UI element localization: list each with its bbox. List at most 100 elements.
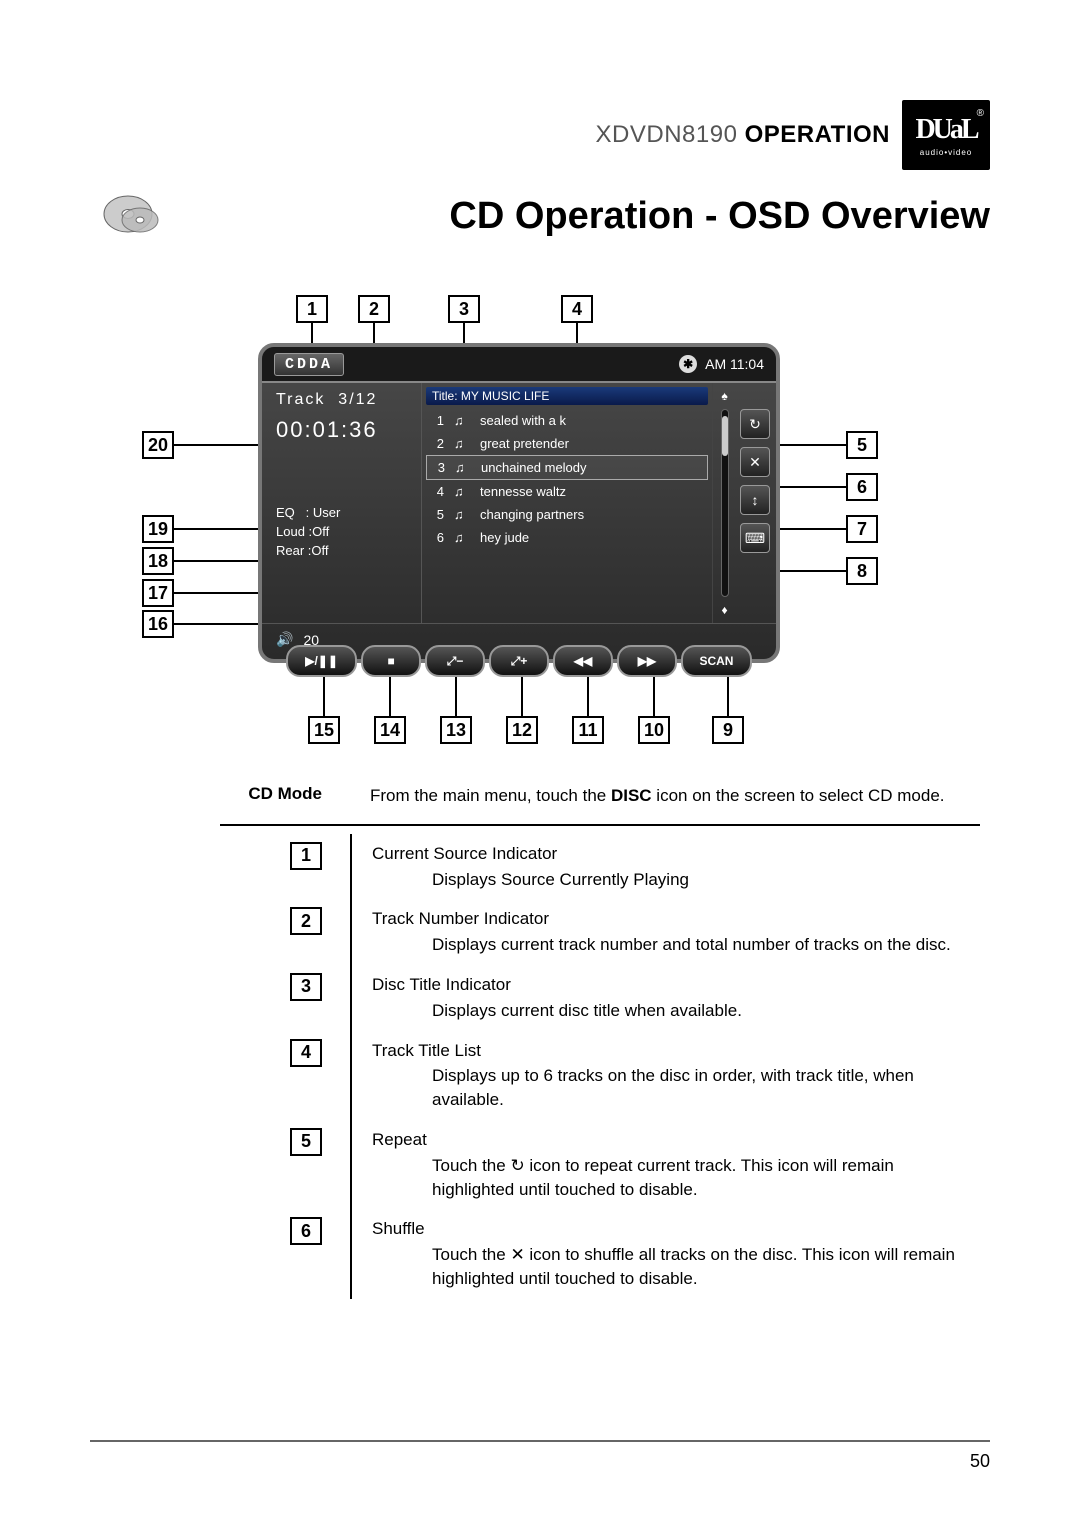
track-title: changing partners xyxy=(480,507,584,522)
desc-item-body: Disc Title Indicator Displays current dis… xyxy=(350,973,980,1023)
desc-item-head: Disc Title Indicator xyxy=(372,975,511,994)
repeat-button[interactable]: ↻ xyxy=(740,409,770,439)
track-number: 6 xyxy=(432,530,444,545)
track-row[interactable]: 6 ♫ hey jude xyxy=(426,526,708,549)
bluetooth-icon: ✱ xyxy=(679,355,697,373)
section-title: CD Operation - OSD Overview xyxy=(449,195,990,238)
track-row[interactable]: 4♫tennesse waltz xyxy=(426,480,708,503)
track-row[interactable]: 1♫sealed with a k xyxy=(426,409,708,432)
transport-controls: ▶/❚❚ ■ ⤢− ⤢+ ◀◀ ▶▶ SCAN xyxy=(280,640,758,682)
callout-16: 16 xyxy=(142,610,174,638)
callout-18: 18 xyxy=(142,547,174,575)
clock-text: AM 11:04 xyxy=(705,356,764,372)
track-list: Title: MY MUSIC LIFE 1♫sealed with a k2♫… xyxy=(422,383,712,623)
model-number: XDVDN8190 xyxy=(596,121,738,148)
callout-8: 8 xyxy=(846,557,878,585)
track-number-indicator: Track 3/12 xyxy=(276,391,413,409)
status-block: EQ : User Loud :Off Rear :Off xyxy=(276,505,413,562)
osd-body: Track 3/12 00:01:36 EQ : User Loud :Off … xyxy=(262,383,776,623)
callout-1: 1 xyxy=(296,295,328,323)
cd-icon xyxy=(100,190,160,238)
loud-status: Loud :Off xyxy=(276,524,413,539)
scroll-up-icon[interactable]: ♠ xyxy=(721,389,727,403)
desc-item-head: Current Source Indicator xyxy=(372,844,557,863)
logo-subtext: audio•video xyxy=(920,148,973,157)
desc-item-number: 3 xyxy=(220,973,330,1023)
track-row[interactable]: 3♫unchained melody xyxy=(426,455,708,480)
track-row[interactable]: 2♫great pretender xyxy=(426,432,708,455)
track-number: 3 xyxy=(433,460,445,475)
callout-10: 10 xyxy=(638,716,670,744)
folder-nav-button[interactable]: ↕ xyxy=(740,485,770,515)
desc-item-sub: Touch the ✕ icon to shuffle all tracks o… xyxy=(372,1243,980,1291)
track-title: hey jude xyxy=(480,530,529,545)
scroll-down-icon[interactable]: ♦ xyxy=(721,603,727,617)
callout-14: 14 xyxy=(374,716,406,744)
page-number: 50 xyxy=(970,1451,990,1472)
desc-item-body: RepeatTouch the ↻ icon to repeat current… xyxy=(350,1128,980,1201)
desc-item-sub: Displays current disc title when availab… xyxy=(372,999,980,1023)
shuffle-button[interactable]: ✕ xyxy=(740,447,770,477)
desc-item: 2Track Number IndicatorDisplays current … xyxy=(220,899,980,965)
music-note-icon: ♫ xyxy=(454,530,470,545)
keyboard-button[interactable]: ⌨ xyxy=(740,523,770,553)
desc-item-body: Shuffle Touch the ✕ icon to shuffle all t… xyxy=(350,1217,980,1290)
track-title: great pretender xyxy=(480,436,569,451)
desc-item-sub: Displays Source Currently Playing xyxy=(372,868,980,892)
desc-item-head: Shuffle xyxy=(372,1219,425,1238)
rear-status: Rear :Off xyxy=(276,543,413,558)
desc-item: 1 Current Source Indicator Displays Source… xyxy=(220,834,980,900)
desc-item: 4 Track Title ListDisplays up to 6 tracks… xyxy=(220,1031,980,1120)
next-track-button[interactable]: ▶▶ xyxy=(617,645,677,677)
desc-item-number: 1 xyxy=(220,842,330,892)
track-title: unchained melody xyxy=(481,460,587,475)
cd-mode-text: From the main menu, touch the DISC icon … xyxy=(350,784,980,808)
header-section: OPERATION xyxy=(745,121,890,148)
callout-20: 20 xyxy=(142,431,174,459)
desc-item: 6 Shuffle Touch the ✕ icon to shuffle all … xyxy=(220,1209,980,1298)
eq-status: EQ : User xyxy=(276,505,413,520)
track-title: tennesse waltz xyxy=(480,484,566,499)
callout-9: 9 xyxy=(712,716,744,744)
osd-screen: CDDA ✱ AM 11:04 Track 3/12 00:01:36 EQ :… xyxy=(258,343,780,663)
desc-item-sub: Displays current track number and total … xyxy=(372,933,980,957)
scroll-thumb[interactable] xyxy=(722,416,728,456)
desc-cd-mode: CD Mode From the main menu, touch the DI… xyxy=(220,776,980,816)
callout-19: 19 xyxy=(142,515,174,543)
callout-5: 5 xyxy=(846,431,878,459)
scrollbar[interactable]: ♠ ♦ xyxy=(712,383,736,623)
track-row[interactable]: 5♫changing partners xyxy=(426,503,708,526)
elapsed-time: 00:01:36 xyxy=(276,417,413,443)
music-note-icon: ♫ xyxy=(454,484,470,499)
scroll-track[interactable] xyxy=(721,409,729,597)
callout-2: 2 xyxy=(358,295,390,323)
play-pause-button[interactable]: ▶/❚❚ xyxy=(286,645,357,677)
desc-item: 5 RepeatTouch the ↻ icon to repeat curren… xyxy=(220,1120,980,1209)
callout-3: 3 xyxy=(448,295,480,323)
track-title: sealed with a k xyxy=(480,413,566,428)
scan-button[interactable]: SCAN xyxy=(681,645,752,677)
stop-button[interactable]: ■ xyxy=(361,645,421,677)
callout-11: 11 xyxy=(572,716,604,744)
osd-right-panel: Title: MY MUSIC LIFE 1♫sealed with a k2♫… xyxy=(422,383,776,623)
brand-logo: ® DUaL audio•video xyxy=(902,100,990,170)
music-note-icon: ♫ xyxy=(454,507,470,522)
desc-item: 3 Disc Title Indicator Displays current di… xyxy=(220,965,980,1031)
desc-item-sub: Displays up to 6 tracks on the disc in o… xyxy=(372,1064,980,1112)
desc-item-number: 5 xyxy=(220,1128,330,1201)
desc-item-number: 4 xyxy=(220,1039,330,1112)
header-text: XDVDN8190 OPERATION xyxy=(596,121,890,149)
desc-item-body: Track Title ListDisplays up to 6 tracks … xyxy=(350,1039,980,1112)
clock-area: ✱ AM 11:04 xyxy=(679,355,764,373)
prev-track-button[interactable]: ◀◀ xyxy=(553,645,613,677)
callout-17: 17 xyxy=(142,579,174,607)
registered-mark: ® xyxy=(977,108,984,119)
zoom-out-button[interactable]: ⤢− xyxy=(425,645,485,677)
zoom-in-button[interactable]: ⤢+ xyxy=(489,645,549,677)
desc-item-body: Current Source Indicator Displays Source … xyxy=(350,842,980,892)
source-indicator: CDDA xyxy=(274,353,344,376)
desc-item-sub: Touch the ↻ icon to repeat current track… xyxy=(372,1154,980,1202)
desc-item-number: 6 xyxy=(220,1217,330,1290)
music-note-icon: ♫ xyxy=(454,436,470,451)
manual-page: XDVDN8190 OPERATION ® DUaL audio•video C… xyxy=(0,0,1080,1532)
